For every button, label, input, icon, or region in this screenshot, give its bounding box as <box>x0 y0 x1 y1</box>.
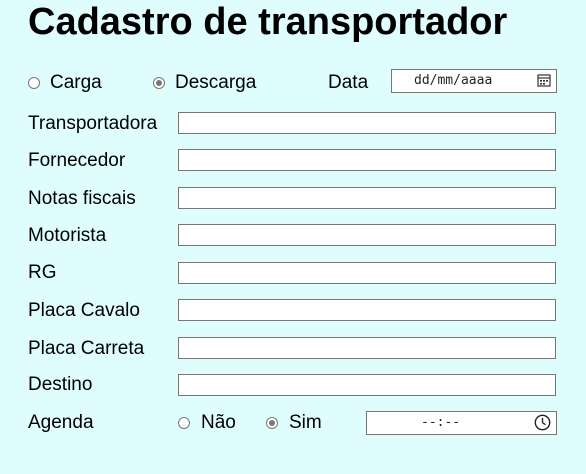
calendar-icon[interactable] <box>537 73 551 91</box>
radio-descarga-control[interactable] <box>153 77 165 89</box>
input-rg[interactable] <box>178 262 556 284</box>
input-motorista[interactable] <box>178 224 556 246</box>
date-placeholder: dd/mm/aaaa <box>414 73 493 88</box>
radio-carga-label: Carga <box>50 72 102 93</box>
label-placa-cavalo: Placa Cavalo <box>28 300 140 321</box>
label-motorista: Motorista <box>28 225 107 246</box>
input-transportadora[interactable] <box>178 112 556 134</box>
label-transportadora: Transportadora <box>28 113 158 134</box>
clock-icon[interactable] <box>534 414 551 435</box>
radio-sim-control[interactable] <box>266 417 278 429</box>
operation-radio-carga[interactable]: Carga <box>28 72 102 94</box>
label-destino: Destino <box>28 374 93 395</box>
date-input[interactable]: dd/mm/aaaa <box>391 69 557 93</box>
date-label: Data <box>328 72 369 93</box>
agenda-radio-nao[interactable]: Não <box>178 412 236 434</box>
label-notas-fiscais: Notas fiscais <box>28 188 136 209</box>
time-placeholder: --:-- <box>421 415 461 430</box>
radio-nao-control[interactable] <box>178 417 190 429</box>
radio-nao-label: Não <box>201 412 236 433</box>
label-placa-carreta: Placa Carreta <box>28 338 145 359</box>
operation-radio-descarga[interactable]: Descarga <box>153 72 256 94</box>
radio-carga-control[interactable] <box>28 77 40 89</box>
time-input[interactable]: --:-- <box>366 411 557 435</box>
agenda-label: Agenda <box>28 412 94 433</box>
label-fornecedor: Fornecedor <box>28 150 126 171</box>
input-notas-fiscais[interactable] <box>178 187 556 209</box>
agenda-radio-sim[interactable]: Sim <box>266 412 322 434</box>
input-placa-carreta[interactable] <box>178 337 556 359</box>
input-destino[interactable] <box>178 374 556 396</box>
input-placa-cavalo[interactable] <box>178 299 556 321</box>
radio-descarga-label: Descarga <box>175 72 257 93</box>
label-rg: RG <box>28 262 57 283</box>
radio-sim-label: Sim <box>289 412 322 433</box>
input-fornecedor[interactable] <box>178 149 556 171</box>
page-title: Cadastro de transportador <box>28 1 508 43</box>
